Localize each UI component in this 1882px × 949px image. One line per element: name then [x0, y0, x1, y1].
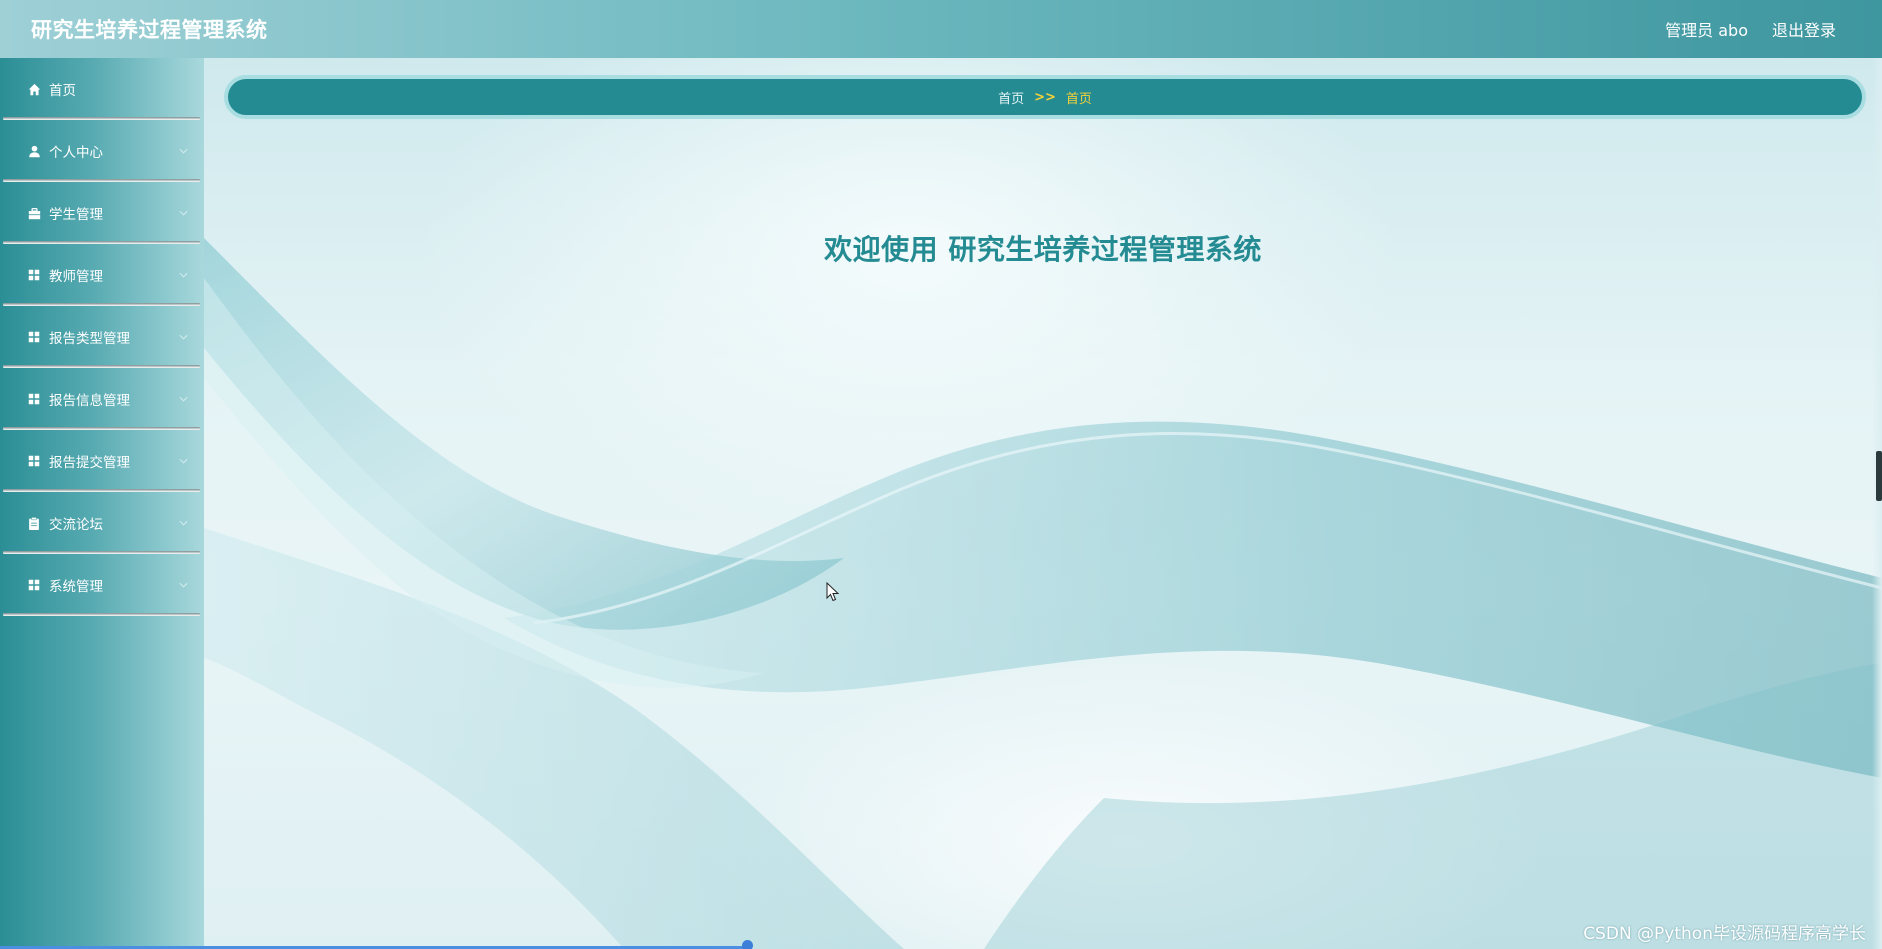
sidebar-item-label: 交流论坛 [49, 517, 103, 533]
app-title: 研究生培养过程管理系统 [31, 18, 268, 42]
chevron-down-icon [178, 208, 188, 218]
chevron-down-icon [178, 394, 188, 404]
progress-knob[interactable] [742, 940, 753, 949]
admin-user-label: 管理员 abo [1665, 21, 1748, 40]
sidebar-item-label: 个人中心 [49, 145, 103, 161]
mouse-cursor-icon [826, 582, 840, 602]
sidebar-item-student-management[interactable]: 学生管理 [0, 182, 204, 244]
user-icon [27, 144, 41, 158]
chevron-down-icon [178, 332, 188, 342]
briefcase-icon [27, 206, 41, 220]
sidebar-item-personal-center[interactable]: 个人中心 [0, 120, 204, 182]
sidebar-item-label: 报告提交管理 [49, 455, 130, 471]
chevron-down-icon [178, 270, 188, 280]
header-actions: 管理员 abo 退出登录 [1665, 17, 1836, 41]
sidebar-item-report-type-management[interactable]: 报告类型管理 [0, 306, 204, 368]
home-icon [27, 82, 41, 96]
sidebar-item-report-info-management[interactable]: 报告信息管理 [0, 368, 204, 430]
breadcrumb-separator: >> [1034, 89, 1056, 105]
breadcrumb-current: 首页 [1065, 91, 1092, 107]
grid-icon [27, 392, 41, 406]
chevron-down-icon [178, 146, 188, 156]
grid-icon [27, 330, 41, 344]
sidebar-item-label: 教师管理 [49, 269, 103, 285]
grid-icon [27, 454, 41, 468]
right-edge-strip [1872, 58, 1882, 949]
grid-icon [27, 268, 41, 282]
watermark-text: CSDN @Python毕设源码程序高学长 [1583, 924, 1866, 944]
sidebar-item-system-management[interactable]: 系统管理 [0, 554, 204, 616]
scrollbar-handle[interactable] [1876, 451, 1882, 501]
sidebar-item-label: 报告类型管理 [49, 331, 130, 347]
sidebar-item-forum[interactable]: 交流论坛 [0, 492, 204, 554]
grid-icon [27, 578, 41, 592]
breadcrumb-home-link[interactable]: 首页 [998, 88, 1024, 107]
logout-button[interactable]: 退出登录 [1772, 17, 1836, 41]
sidebar-item-report-submission-management[interactable]: 报告提交管理 [0, 430, 204, 492]
sidebar-nav: 首页 个人中心 学生管理 教师管理 报告类型管理 报告信息管理 报告提交管理 交… [0, 58, 204, 949]
chevron-down-icon [178, 580, 188, 590]
breadcrumb: 首页 >> 首页 [224, 75, 1866, 119]
sidebar-item-label: 首页 [49, 83, 76, 99]
welcome-heading: 欢迎使用 研究生培养过程管理系统 [824, 233, 1262, 266]
sidebar-item-teacher-management[interactable]: 教师管理 [0, 244, 204, 306]
silk-wave-background [204, 238, 1882, 949]
sidebar-item-home[interactable]: 首页 [0, 58, 204, 120]
chevron-down-icon [178, 456, 188, 466]
sidebar-item-label: 系统管理 [49, 579, 103, 595]
sidebar-item-label: 学生管理 [49, 207, 103, 223]
main-content: 首页 >> 首页 欢迎使用 研究生培养过程管理系统 [204, 58, 1882, 949]
top-header: 研究生培养过程管理系统 管理员 abo 退出登录 [0, 0, 1882, 58]
sidebar-item-label: 报告信息管理 [49, 393, 130, 409]
clipboard-icon [27, 516, 41, 530]
chevron-down-icon [178, 518, 188, 528]
